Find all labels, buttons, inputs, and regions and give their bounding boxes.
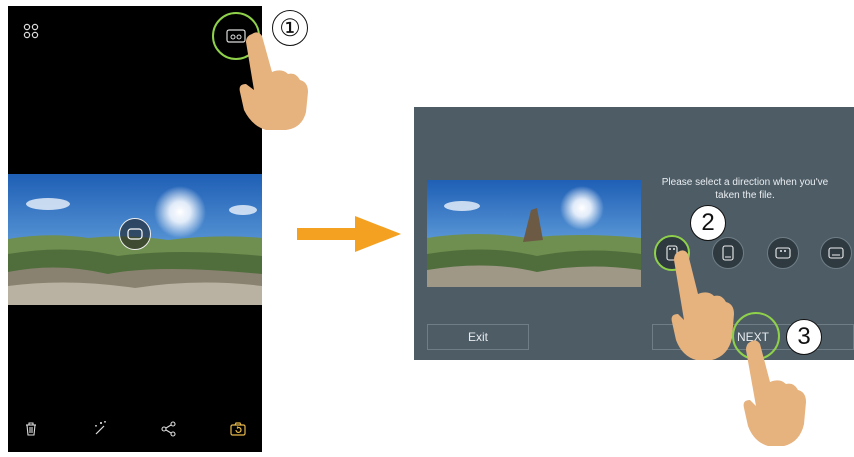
magic-wand-icon[interactable] xyxy=(90,418,110,438)
direction-dialog: Please select a direction when you've ta… xyxy=(414,107,854,360)
step-1-badge: ① xyxy=(272,10,308,46)
pointing-hand-icon xyxy=(671,250,734,360)
phone-landscape-down-icon xyxy=(828,247,844,259)
pointing-hand-icon xyxy=(743,340,806,446)
phone-screen xyxy=(8,6,262,452)
gallery-grid-icon[interactable] xyxy=(22,22,40,40)
step-2-badge: 2 xyxy=(690,205,726,241)
exit-button[interactable]: Exit xyxy=(427,324,529,350)
pointing-hand-icon xyxy=(239,32,308,130)
direction-option-landscape-top[interactable] xyxy=(767,237,799,269)
arrow-right-icon xyxy=(297,216,401,252)
phone-landscape-icon xyxy=(775,247,791,259)
360-view-icon[interactable] xyxy=(119,218,151,250)
trash-icon[interactable] xyxy=(22,420,40,438)
panorama-image xyxy=(8,174,262,305)
instruction-text: Please select a direction when you've ta… xyxy=(661,177,829,201)
direction-option-landscape-bottom[interactable] xyxy=(820,237,852,269)
share-icon[interactable] xyxy=(160,420,178,438)
switch-camera-icon[interactable] xyxy=(229,420,247,438)
dialog-thumbnail xyxy=(427,180,641,287)
